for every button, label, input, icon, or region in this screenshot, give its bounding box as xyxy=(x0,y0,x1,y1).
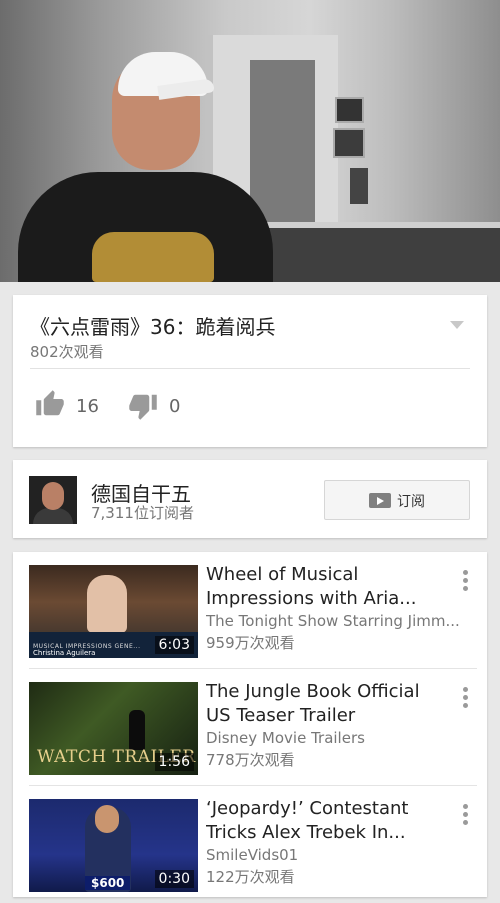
view-count: 802次观看 xyxy=(30,343,104,361)
thumbnail-figure xyxy=(129,710,145,750)
avatar-figure xyxy=(33,508,73,524)
thumb-up-icon[interactable] xyxy=(35,389,65,419)
title-line: US Teaser Trailer xyxy=(206,705,356,726)
list-item[interactable]: MUSICAL IMPRESSIONS GENE... Christina Ag… xyxy=(13,552,487,669)
video-frame-detail xyxy=(350,168,368,204)
more-vert-icon[interactable] xyxy=(462,570,468,592)
list-item[interactable]: $600 0:30 ‘Jeopardy!’ Contestant Tricks … xyxy=(13,786,487,903)
thumb-down-icon[interactable] xyxy=(128,391,158,421)
title-line: ‘Jeopardy!’ Contestant xyxy=(206,798,409,819)
list-item-views: 959万次观看 xyxy=(206,634,295,652)
title-line: Impressions with Aria... xyxy=(206,588,417,609)
list-item-channel: Disney Movie Trailers xyxy=(206,729,365,747)
dislike-count: 0 xyxy=(169,396,181,417)
video-thumbnail[interactable]: WATCH TRAILER 1:56 xyxy=(29,682,198,775)
duration-badge: 0:30 xyxy=(154,870,194,888)
video-frame-detail xyxy=(335,97,364,123)
video-person xyxy=(92,232,214,282)
avatar-figure xyxy=(42,482,64,510)
subscribe-button[interactable]: 订阅 xyxy=(324,480,470,520)
title-line: The Jungle Book Official xyxy=(206,681,420,702)
list-item-title[interactable]: Wheel of Musical Impressions with Aria..… xyxy=(206,563,461,611)
video-frame-detail xyxy=(265,228,500,282)
list-item-channel: SmileVids01 xyxy=(206,846,299,864)
video-thumbnail[interactable]: MUSICAL IMPRESSIONS GENE... Christina Ag… xyxy=(29,565,198,658)
list-item-title[interactable]: ‘Jeopardy!’ Contestant Tricks Alex Trebe… xyxy=(206,797,461,845)
more-vert-icon[interactable] xyxy=(462,687,468,709)
list-item-title[interactable]: The Jungle Book Official US Teaser Trail… xyxy=(206,680,461,728)
duration-badge: 1:56 xyxy=(154,753,194,771)
thumbnail-caption: Christina Aguilera xyxy=(33,649,96,657)
video-player[interactable] xyxy=(0,0,500,282)
like-count: 16 xyxy=(76,396,99,417)
list-item-views: 778万次观看 xyxy=(206,751,295,769)
list-item[interactable]: WATCH TRAILER 1:56 The Jungle Book Offic… xyxy=(13,669,487,786)
title-line: Wheel of Musical xyxy=(206,564,359,585)
subscribe-label: 订阅 xyxy=(397,494,425,510)
list-item-channel: The Tonight Show Starring Jimm... xyxy=(206,612,460,630)
list-item-views: 122万次观看 xyxy=(206,868,295,886)
thumbnail-figure xyxy=(87,575,127,633)
play-triangle xyxy=(377,496,384,505)
subscriber-count: 7,311位订阅者 xyxy=(91,504,194,522)
video-title[interactable]: 《六点雷雨》36：跪着阅兵 xyxy=(30,311,275,340)
title-line: Tricks Alex Trebek In... xyxy=(206,822,406,843)
channel-card: 德国自干五 7,311位订阅者 订阅 xyxy=(13,460,487,538)
video-frame-detail xyxy=(333,128,365,158)
video-info-card: 《六点雷雨》36：跪着阅兵 802次观看 16 0 xyxy=(13,295,487,447)
duration-badge: 6:03 xyxy=(154,636,194,654)
recommended-list: MUSICAL IMPRESSIONS GENE... Christina Ag… xyxy=(13,552,487,897)
more-vert-icon[interactable] xyxy=(462,804,468,826)
chevron-down-icon[interactable] xyxy=(450,321,464,329)
youtube-play-icon xyxy=(369,493,391,508)
thumbnail-figure xyxy=(95,805,119,833)
divider xyxy=(30,368,470,369)
thumbnail-text: $600 xyxy=(85,876,131,890)
video-thumbnail[interactable]: $600 0:30 xyxy=(29,799,198,892)
channel-avatar[interactable] xyxy=(29,476,77,524)
